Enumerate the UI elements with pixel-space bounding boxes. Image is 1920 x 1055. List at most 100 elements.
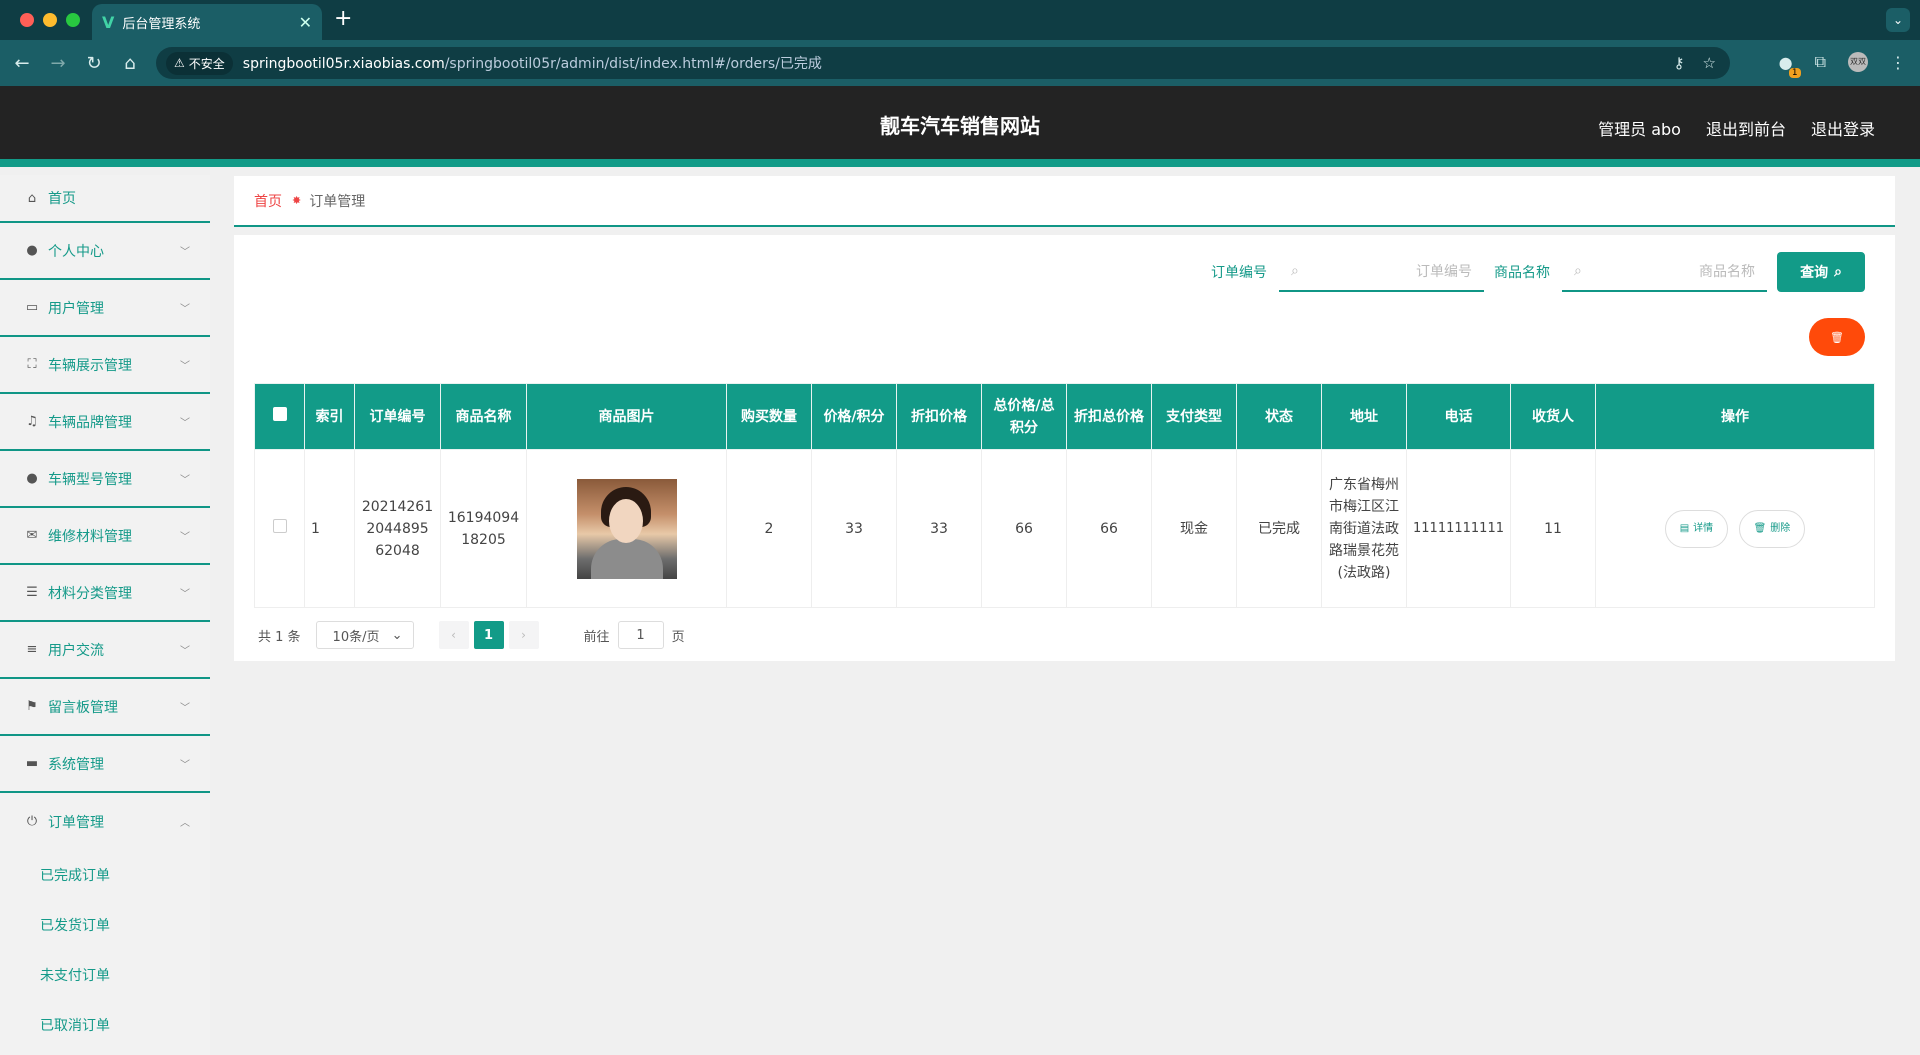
close-window-button[interactable] xyxy=(20,13,34,27)
home-browser-icon[interactable]: ⌂ xyxy=(112,53,148,74)
detail-button[interactable]: ▤ 详情 xyxy=(1664,509,1729,548)
breadcrumb-home[interactable]: 首页 xyxy=(254,191,282,211)
tab-title: 后台管理系统 xyxy=(122,16,201,32)
sidebar-item-profile[interactable]: ● 个人中心 ﹀ xyxy=(0,223,210,280)
order-no-label: 订单编号 xyxy=(1211,265,1267,281)
chevron-down-icon: ﹀ xyxy=(180,361,190,372)
table-header-row: 索引 订单编号 商品名称 商品图片 购买数量 价格/积分 折扣价格 总价格/总积… xyxy=(254,383,1876,450)
url-field[interactable]: ⚠ 不安全 springbootil05r.xiaobias.com/spring… xyxy=(156,47,1730,79)
cell-address: 广东省梅州市梅江区江南街道法政路瑞景花苑(法政路) xyxy=(1321,449,1407,608)
sidebar-item-home[interactable]: ⌂ 首页 xyxy=(0,175,210,223)
search-icon: ⌕ xyxy=(1291,263,1299,279)
col-quantity: 购买数量 xyxy=(726,383,812,450)
sidebar-item-orders[interactable]: ⏻ 订单管理 ︿ xyxy=(0,793,210,850)
sidebar-item-vehicle-model[interactable]: ● 车辆型号管理 ﹀ xyxy=(0,451,210,508)
extension-icon[interactable]: ● 1 xyxy=(1779,53,1801,78)
forward-icon[interactable]: → xyxy=(40,53,76,74)
col-order-no: 订单编号 xyxy=(354,383,441,450)
sidebar-item-repair-material[interactable]: ✉ 维修材料管理 ﹀ xyxy=(0,508,210,565)
bulb-icon: ● xyxy=(26,471,38,486)
order-no-input[interactable]: ⌕ 订单编号 xyxy=(1279,252,1484,292)
col-price: 价格/积分 xyxy=(811,383,897,450)
sidebar-item-system[interactable]: ▬ 系统管理 ﹀ xyxy=(0,736,210,793)
address-bar: ← → ↻ ⌂ ⚠ 不安全 springbootil05r.xiaobias.co… xyxy=(0,40,1920,86)
browser-tabbar: V 后台管理系统 ✕ + ⌄ xyxy=(0,0,1920,40)
extensions-puzzle-icon[interactable]: ⧉ xyxy=(1815,52,1826,72)
cell-price: 33 xyxy=(811,449,897,608)
profile-avatar[interactable]: 双双 xyxy=(1848,52,1868,72)
list-icon: ☰ xyxy=(26,585,38,600)
batch-delete-button[interactable]: 🗑 xyxy=(1809,318,1865,356)
cell-product-name: 1619409418205 xyxy=(440,449,527,608)
sidebar-item-vehicle-brand[interactable]: ♫ 车辆品牌管理 ﹀ xyxy=(0,394,210,451)
browser-tab[interactable]: V 后台管理系统 ✕ xyxy=(92,4,322,40)
exit-to-front-link[interactable]: 退出到前台 xyxy=(1706,116,1786,140)
tab-search-icon[interactable]: ⌄ xyxy=(1886,8,1910,32)
security-indicator[interactable]: ⚠ 不安全 xyxy=(166,51,233,75)
select-all-checkbox[interactable] xyxy=(272,406,287,421)
sliders-icon: ≡ xyxy=(26,642,38,657)
product-name-input[interactable]: ⌕ 商品名称 xyxy=(1562,252,1767,292)
sidebar-item-user-exchange[interactable]: ≡ 用户交流 ﹀ xyxy=(0,622,210,679)
window-controls xyxy=(20,13,80,27)
delete-button[interactable]: 🗑 删除 xyxy=(1738,509,1806,548)
sidebar-subitem-shipped-orders[interactable]: 已发货订单 xyxy=(0,900,210,950)
reload-icon[interactable]: ↻ xyxy=(76,53,112,74)
col-discount-total: 折扣总价格 xyxy=(1066,383,1152,450)
col-index: 索引 xyxy=(304,383,355,450)
goto-suffix: 页 xyxy=(671,629,685,645)
logout-link[interactable]: 退出登录 xyxy=(1811,116,1875,140)
password-key-icon[interactable]: ⚷ xyxy=(1674,54,1685,72)
sidebar-subitem-completed-orders[interactable]: 已完成订单 xyxy=(0,850,210,900)
next-page-button[interactable]: › xyxy=(508,621,539,649)
col-phone: 电话 xyxy=(1406,383,1511,450)
browser-menu-icon[interactable]: ⋮ xyxy=(1890,53,1906,72)
cell-index: 1 xyxy=(304,449,355,608)
select-all-header[interactable] xyxy=(254,383,305,450)
sidebar-item-users[interactable]: ▭ 用户管理 ﹀ xyxy=(0,280,210,337)
sidebar-item-message-board[interactable]: ⚑ 留言板管理 ﹀ xyxy=(0,679,210,736)
user-icon: ● xyxy=(26,243,38,258)
back-icon[interactable]: ← xyxy=(4,53,40,74)
chevron-down-icon: ⌄ xyxy=(391,627,403,643)
sidebar-item-material-category[interactable]: ☰ 材料分类管理 ﹀ xyxy=(0,565,210,622)
chevron-up-icon: ︿ xyxy=(180,818,190,829)
minimize-window-button[interactable] xyxy=(43,13,57,27)
chevron-down-icon: ﹀ xyxy=(180,646,190,657)
row-checkbox[interactable] xyxy=(272,518,287,533)
chevron-down-icon: ﹀ xyxy=(180,532,190,543)
query-button[interactable]: 查询 ⌕ xyxy=(1777,252,1865,292)
page-size-select[interactable]: 10条/页 ⌄ xyxy=(315,621,414,649)
new-tab-icon[interactable]: + xyxy=(334,6,352,31)
prev-page-button[interactable]: ‹ xyxy=(438,621,469,649)
bell-off-icon: ♫ xyxy=(26,414,38,429)
col-product-image: 商品图片 xyxy=(526,383,727,450)
chevron-down-icon: ﹀ xyxy=(180,760,190,771)
fullscreen-icon: ⛶ xyxy=(27,357,37,372)
row-select-cell[interactable] xyxy=(254,449,305,608)
product-photo[interactable] xyxy=(576,478,677,579)
search-bar: 订单编号 ⌕ 订单编号 商品名称 ⌕ 商品名称 查询 ⌕ xyxy=(1211,252,1865,292)
sidebar-item-vehicle-display[interactable]: ⛶ 车辆展示管理 ﹀ xyxy=(0,337,210,394)
sidebar-subitem-cancelled-orders[interactable]: 已取消订单 xyxy=(0,1000,210,1050)
sidebar-subitem-unpaid-orders[interactable]: 未支付订单 xyxy=(0,950,210,1000)
brush-icon: ▬ xyxy=(25,756,39,771)
goto-label: 前往 xyxy=(583,629,610,645)
table-row: 1 202142612044895 62048 1619409418205 2 … xyxy=(254,449,1876,608)
bookmark-star-icon[interactable]: ☆ xyxy=(1703,54,1716,72)
home-icon: ⌂ xyxy=(27,190,37,206)
power-icon: ⏻ xyxy=(26,814,38,829)
goto-page-input[interactable]: 1 xyxy=(617,621,664,649)
cell-phone: 11111111111 xyxy=(1406,449,1511,608)
chevron-down-icon: ﹀ xyxy=(180,475,190,486)
page-number-current[interactable]: 1 xyxy=(473,621,504,649)
chevron-down-icon: ﹀ xyxy=(180,304,190,315)
col-total-price: 总价格/总积分 xyxy=(981,383,1067,450)
col-receiver: 收货人 xyxy=(1509,383,1596,450)
trash-icon: 🗑 xyxy=(1753,522,1767,534)
maximize-window-button[interactable] xyxy=(66,13,80,27)
tab-close-icon[interactable]: ✕ xyxy=(299,13,312,32)
breadcrumb-separator-icon: ✸ xyxy=(292,194,302,207)
mail-icon: ✉ xyxy=(26,528,38,543)
orders-table: 索引 订单编号 商品名称 商品图片 购买数量 价格/积分 折扣价格 总价格/总积… xyxy=(254,383,1876,608)
